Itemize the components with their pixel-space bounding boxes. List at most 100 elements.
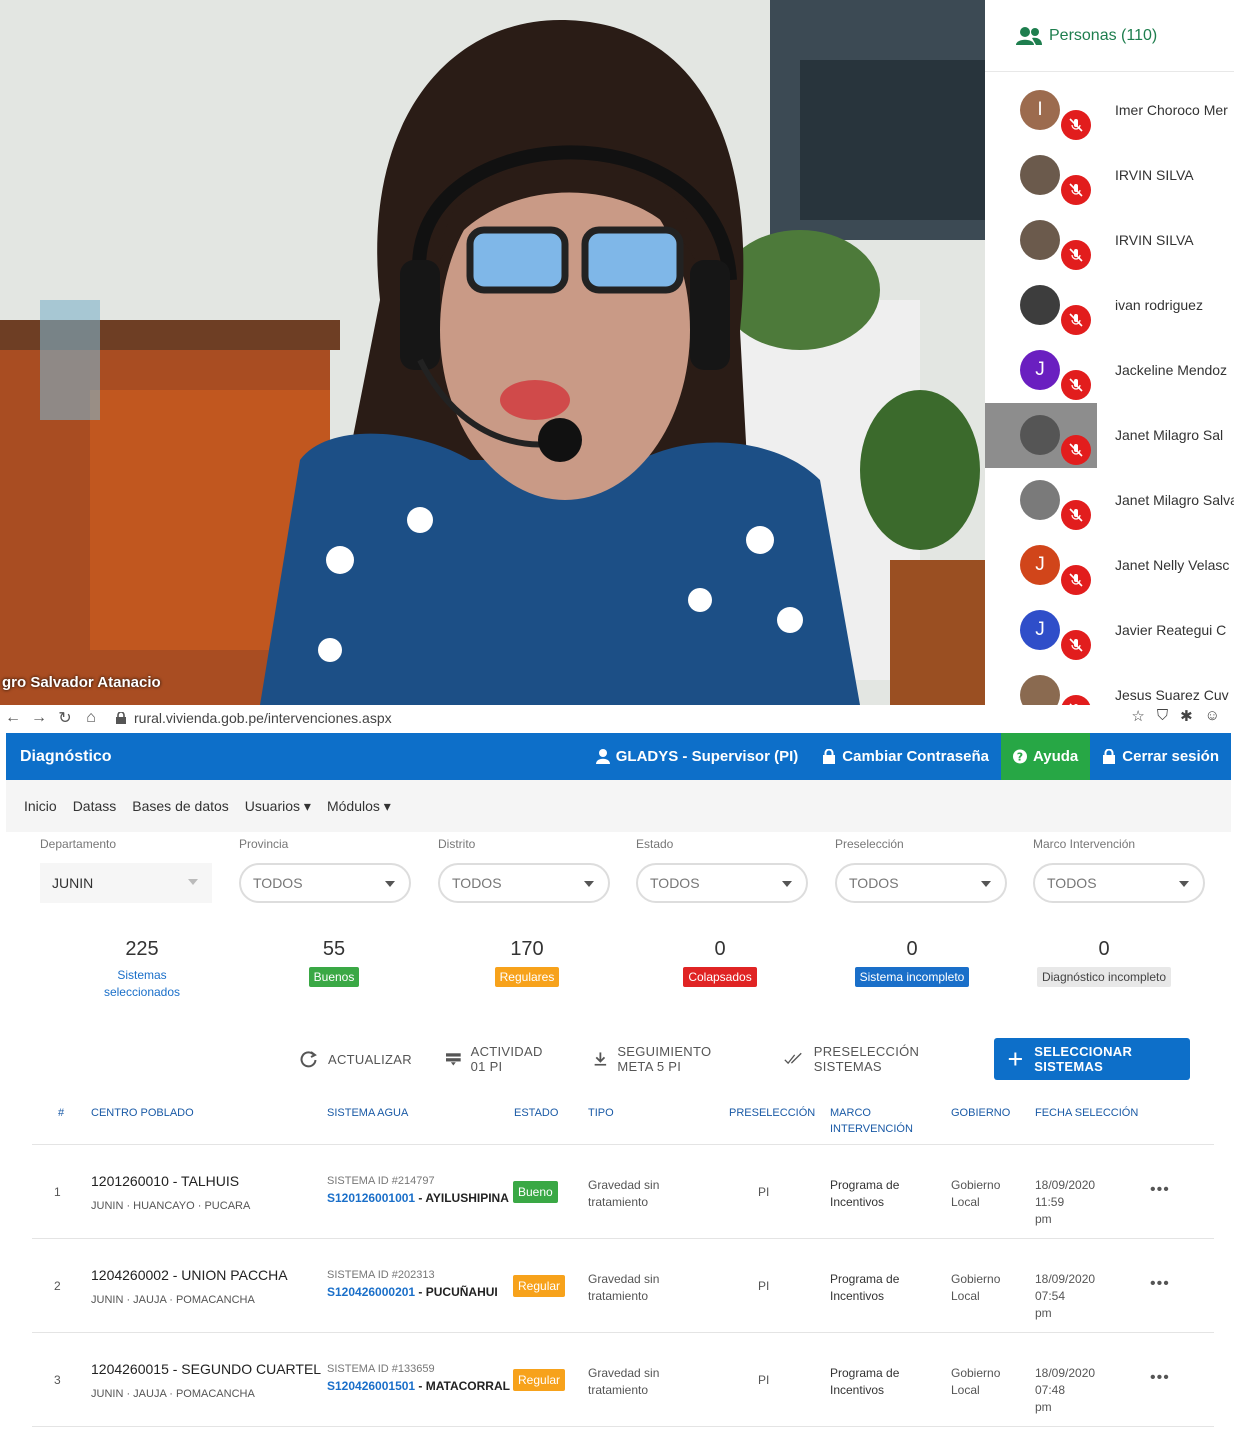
col-preseleccion[interactable]: PRESELECCIÓN xyxy=(729,1105,815,1121)
summary-stats: 225 Sistemas seleccionados 55 Buenos 170 Regu… xyxy=(45,938,1205,1008)
participant-name: IRVIN SILVA xyxy=(1115,232,1194,248)
forward-icon[interactable]: → xyxy=(26,709,52,727)
menu-modulos[interactable]: Módulos ▾ xyxy=(327,798,391,815)
ubicacion: JUNIN · JAUJA · POMACANCHA xyxy=(91,1388,255,1400)
col-centro-poblado[interactable]: CENTRO POBLADO xyxy=(91,1105,194,1121)
menu-bases-de-datos[interactable]: Bases de datos xyxy=(132,798,229,814)
app-header: Diagnóstico GLADYS - Supervisor (PI) Cam… xyxy=(6,733,1231,780)
chevron-down-icon xyxy=(584,881,594,887)
plus-icon xyxy=(1008,1052,1022,1066)
app-brand[interactable]: Diagnóstico xyxy=(20,748,112,766)
participant-item[interactable]: I Imer Choroco Mer xyxy=(985,78,1234,143)
table-row[interactable]: 3 1204260015 - SEGUNDO CUARTEL JUNIN · JAU… xyxy=(32,1333,1214,1427)
select-systems-button[interactable]: SELECCIONAR SISTEMAS xyxy=(993,1038,1190,1080)
chevron-down-icon xyxy=(981,881,991,887)
participant-item[interactable]: Jesus Suarez Cuv xyxy=(985,663,1234,705)
help-button[interactable]: ? Ayuda xyxy=(1000,733,1091,780)
download-button[interactable]: SEGUIMIENTO META 5 PI xyxy=(593,1044,751,1074)
change-password-button[interactable]: Cambiar Contraseña xyxy=(810,733,1001,780)
col-estado[interactable]: ESTADO xyxy=(514,1105,558,1121)
sistema-code-link[interactable]: S120426000201 xyxy=(327,1285,415,1299)
back-icon[interactable]: ← xyxy=(0,709,26,727)
shield-icon[interactable]: ⛉ xyxy=(1157,707,1168,725)
participant-item[interactable]: ivan rodriguez xyxy=(985,273,1234,338)
filter-label: Provincia xyxy=(239,837,289,851)
provincia-select[interactable]: TODOS xyxy=(239,863,411,903)
bookmark-star-icon[interactable]: ☆ xyxy=(1131,707,1144,725)
sistema-name: - PUCUÑAHUI xyxy=(415,1285,498,1299)
gobierno: Gobierno Local xyxy=(951,1271,1000,1305)
tipo-line1: Gravedad sin xyxy=(588,1272,660,1286)
select-value: TODOS xyxy=(253,875,303,891)
user-menu[interactable]: GLADYS - Supervisor (PI) xyxy=(584,733,811,780)
col-sistema-agua[interactable]: SISTEMA AGUA xyxy=(327,1105,408,1121)
address-bar[interactable]: rural.vivienda.gob.pe/intervenciones.asp… xyxy=(116,710,392,726)
select-value: TODOS xyxy=(1047,875,1097,891)
estado-select[interactable]: TODOS xyxy=(636,863,808,903)
gobierno-line2: Local xyxy=(951,1195,980,1209)
distrito-select[interactable]: TODOS xyxy=(438,863,610,903)
participant-name: Imer Choroco Mer xyxy=(1115,102,1228,118)
stat-label[interactable]: Sistema incompleto xyxy=(854,967,970,987)
col-index: # xyxy=(58,1107,65,1119)
participant-item[interactable]: Janet Milagro Salva xyxy=(985,468,1234,533)
activity-button[interactable]: ACTIVIDAD 01 PI xyxy=(445,1044,559,1074)
sistema-code-link[interactable]: S120126001001 xyxy=(327,1191,415,1205)
reload-icon[interactable]: ↻ xyxy=(52,708,78,728)
stat-label[interactable]: Diagnóstico incompleto xyxy=(1036,967,1172,987)
col-marco-intervencion[interactable]: MARCO INTERVENCIÓN xyxy=(830,1105,913,1137)
departamento-select[interactable]: JUNIN xyxy=(40,863,212,903)
preselect-button[interactable]: PRESELECCIÓN SISTEMAS xyxy=(784,1044,959,1074)
participant-name: Jackeline Mendoz xyxy=(1115,362,1228,378)
menu-datass[interactable]: Datass xyxy=(73,798,117,814)
muted-mic-icon xyxy=(1061,110,1091,140)
stat-label[interactable]: Colapsados xyxy=(683,967,757,987)
lock-icon xyxy=(1103,749,1116,764)
tipo-line1: Gravedad sin xyxy=(588,1178,660,1192)
stat-label[interactable]: Regulares xyxy=(494,967,560,987)
more-options-icon[interactable]: ••• xyxy=(1150,1275,1170,1293)
participant-item[interactable]: J Janet Nelly Velasc xyxy=(985,533,1234,598)
user-icon xyxy=(595,749,610,764)
tipo-line2: tratamiento xyxy=(588,1195,649,1209)
participant-item[interactable]: Janet Milagro Sal xyxy=(985,403,1234,468)
puzzle-icon[interactable]: ✱ xyxy=(1180,707,1193,725)
preseleccion-select[interactable]: TODOS xyxy=(835,863,1007,903)
stat-value: 0 xyxy=(906,938,918,960)
gobierno-line1: Gobierno xyxy=(951,1178,1001,1192)
avatar: J xyxy=(1020,350,1060,390)
stat-label[interactable]: Sistemas seleccionados xyxy=(97,967,187,1001)
marco-intervencion-select[interactable]: TODOS xyxy=(1033,863,1205,903)
table-row[interactable]: 1 1201260010 - TALHUIS JUNIN · HUANCAYO · … xyxy=(32,1145,1214,1239)
svg-text:?: ? xyxy=(1017,751,1023,764)
video-call-area: gro Salvador Atanacio Personas (110) I Im… xyxy=(0,0,1234,705)
row-index: 3 xyxy=(54,1373,61,1387)
filter-label: Distrito xyxy=(438,837,476,851)
col-tipo[interactable]: TIPO xyxy=(588,1105,614,1121)
stat-label[interactable]: Buenos xyxy=(308,967,360,987)
table-body: 1 1201260010 - TALHUIS JUNIN · HUANCAYO · … xyxy=(32,1145,1214,1427)
participants-header[interactable]: Personas (110) xyxy=(985,0,1234,72)
more-options-icon[interactable]: ••• xyxy=(1150,1181,1170,1199)
activity-label: ACTIVIDAD 01 PI xyxy=(470,1044,543,1074)
col-gobierno[interactable]: GOBIERNO xyxy=(951,1105,1010,1121)
home-icon[interactable]: ⌂ xyxy=(78,709,104,727)
table-row[interactable]: 2 1204260002 - UNION PACCHA JUNIN · JAUJA … xyxy=(32,1239,1214,1333)
participant-item[interactable]: IRVIN SILVA xyxy=(985,143,1234,208)
participant-item[interactable]: J Jackeline Mendoz xyxy=(985,338,1234,403)
participant-item[interactable]: J Javier Reategui C xyxy=(985,598,1234,663)
menu-usuarios[interactable]: Usuarios ▾ xyxy=(245,798,311,815)
gobierno-line1: Gobierno xyxy=(951,1272,1001,1286)
col-fecha-seleccion[interactable]: FECHA SELECCIÓN xyxy=(1035,1105,1138,1121)
participant-item[interactable]: IRVIN SILVA xyxy=(985,208,1234,273)
tipo: Gravedad sin tratamiento xyxy=(588,1271,678,1305)
profile-icon[interactable]: ☺ xyxy=(1205,707,1220,725)
menu-inicio[interactable]: Inicio xyxy=(24,798,57,814)
sistema-nombre: S120126001001 - AYILUSHIPINA xyxy=(327,1191,509,1205)
sistema-code-link[interactable]: S120426001501 xyxy=(327,1379,415,1393)
refresh-button[interactable]: ACTUALIZAR xyxy=(300,1050,412,1068)
preseleccion: PI xyxy=(758,1279,770,1293)
logout-button[interactable]: Cerrar sesión xyxy=(1090,733,1231,780)
more-options-icon[interactable]: ••• xyxy=(1150,1369,1170,1387)
row-index: 2 xyxy=(54,1279,61,1293)
